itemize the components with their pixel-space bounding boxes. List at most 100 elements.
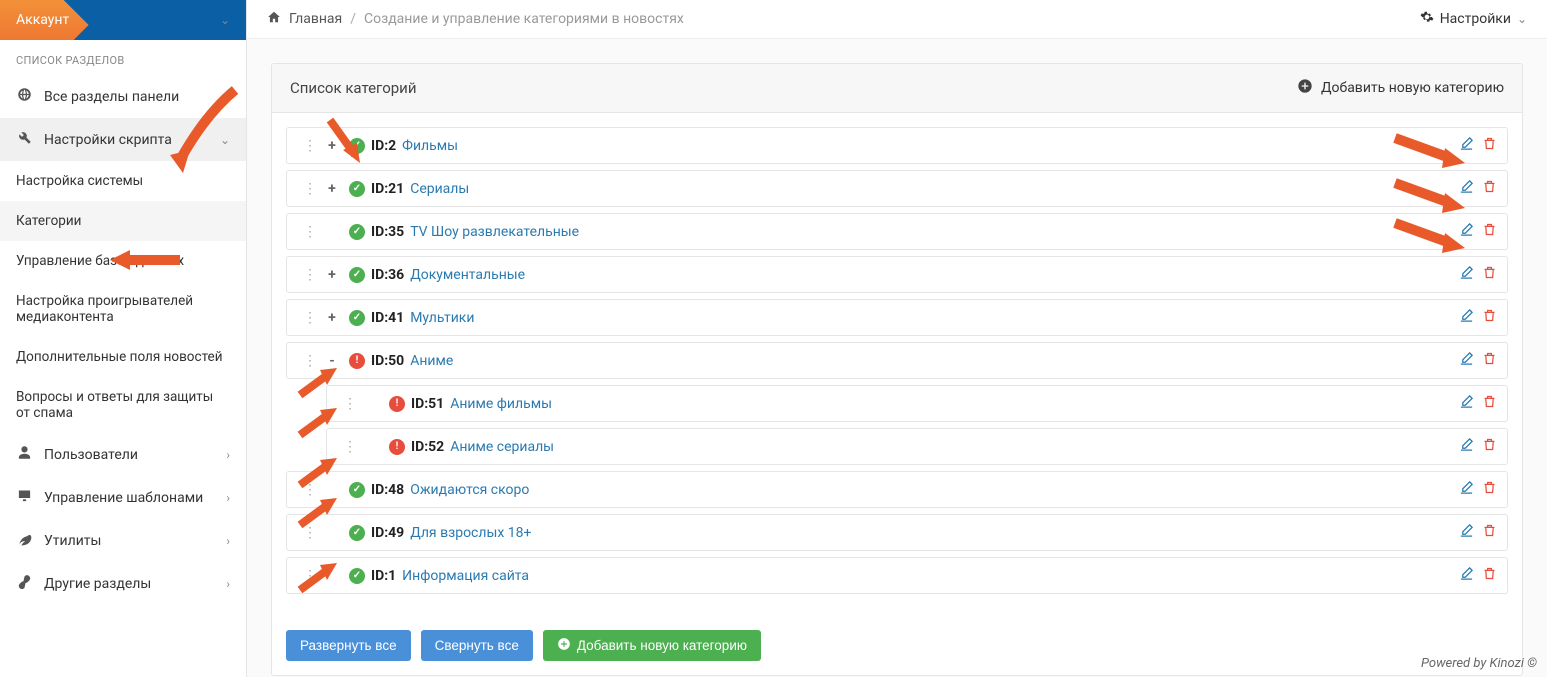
drag-handle-icon[interactable]: ⋮ — [297, 310, 321, 326]
sidebar-item-wrench[interactable]: Настройки скрипта⌄ — [0, 118, 246, 161]
status-icon: ! — [389, 439, 405, 455]
status-icon: ✓ — [349, 181, 365, 197]
category-row: ⋮+✓ID:2Фильмы — [286, 127, 1508, 164]
category-name[interactable]: TV Шоу развлекательные — [410, 224, 579, 240]
category-name[interactable]: Информация сайта — [402, 568, 529, 584]
breadcrumb-home[interactable]: Главная — [289, 11, 342, 27]
chevron-icon: › — [226, 491, 230, 505]
sidebar-item-leaf[interactable]: Утилиты› — [0, 519, 246, 562]
link-icon — [16, 574, 32, 593]
edit-icon[interactable] — [1459, 523, 1474, 542]
category-name[interactable]: Аниме фильмы — [450, 396, 552, 412]
category-row: ⋮-!ID:50Аниме — [286, 342, 1508, 379]
toggle-expand[interactable]: + — [325, 181, 339, 197]
chevron-down-icon: ⌄ — [1517, 12, 1527, 26]
breadcrumb-sep: / — [350, 11, 356, 27]
trash-icon[interactable] — [1482, 222, 1497, 241]
category-row: ⋮+✓ID:41Мультики — [286, 299, 1508, 336]
sidebar-item-label: Утилиты — [44, 533, 101, 549]
home-icon[interactable] — [267, 10, 281, 28]
sidebar-item-label: Настройки скрипта — [44, 132, 172, 148]
category-name[interactable]: Мультики — [410, 310, 474, 326]
trash-icon[interactable] — [1482, 394, 1497, 413]
drag-handle-icon[interactable]: ⋮ — [297, 224, 321, 240]
drag-handle-icon[interactable]: ⋮ — [297, 353, 321, 369]
trash-icon[interactable] — [1482, 437, 1497, 456]
edit-icon[interactable] — [1459, 566, 1474, 585]
sidebar-heading: СПИСОК РАЗДЕЛОВ — [0, 40, 246, 75]
collapse-all-button[interactable]: Свернуть все — [421, 630, 533, 661]
settings-button[interactable]: Настройки ⌄ — [1420, 10, 1527, 28]
category-name[interactable]: Документальные — [410, 267, 525, 283]
edit-icon[interactable] — [1459, 308, 1474, 327]
sidebar-subitem[interactable]: Дополнительные поля новостей — [0, 337, 246, 377]
drag-handle-icon[interactable]: ⋮ — [297, 525, 321, 541]
category-name[interactable]: Фильмы — [402, 138, 458, 154]
panel-header: Список категорий Добавить новую категори… — [272, 64, 1522, 113]
drag-handle-icon[interactable]: ⋮ — [297, 181, 321, 197]
trash-icon[interactable] — [1482, 566, 1497, 585]
drag-handle-icon[interactable]: ⋮ — [297, 568, 321, 584]
toggle-expand[interactable]: + — [325, 138, 339, 154]
edit-icon[interactable] — [1459, 265, 1474, 284]
sidebar-item-link[interactable]: Другие разделы› — [0, 562, 246, 605]
globe-icon — [16, 87, 32, 106]
category-name[interactable]: Сериалы — [410, 181, 469, 197]
sidebar-subitem[interactable]: Категории — [0, 201, 246, 241]
edit-icon[interactable] — [1459, 437, 1474, 456]
category-name[interactable]: Аниме — [410, 353, 453, 369]
drag-handle-icon[interactable]: ⋮ — [337, 439, 361, 455]
drag-handle-icon[interactable]: ⋮ — [297, 267, 321, 283]
toggle-expand[interactable]: + — [325, 267, 339, 283]
trash-icon[interactable] — [1482, 136, 1497, 155]
status-icon: ✓ — [349, 568, 365, 584]
sidebar-item-desktop[interactable]: Управление шаблонами› — [0, 476, 246, 519]
footer: Powered by Kinozi © — [1421, 656, 1537, 671]
drag-handle-icon[interactable]: ⋮ — [337, 396, 361, 412]
add-category-link[interactable]: Добавить новую категорию — [1297, 78, 1504, 98]
edit-icon[interactable] — [1459, 222, 1474, 241]
add-category-button[interactable]: Добавить новую категорию — [543, 630, 761, 661]
edit-icon[interactable] — [1459, 351, 1474, 370]
wrench-icon — [16, 130, 32, 149]
edit-icon[interactable] — [1459, 480, 1474, 499]
breadcrumb: Главная / Создание и управление категори… — [267, 10, 684, 28]
category-id: ID:50 — [371, 353, 404, 369]
category-id: ID:49 — [371, 525, 404, 541]
status-icon: ✓ — [349, 310, 365, 326]
category-id: ID:35 — [371, 224, 404, 240]
breadcrumb-current: Создание и управление категориями в ново… — [364, 11, 684, 27]
edit-icon[interactable] — [1459, 394, 1474, 413]
sidebar-subitem[interactable]: Управление базой данных — [0, 241, 246, 281]
account-header[interactable]: Аккаунт ⌄ — [0, 0, 246, 40]
status-icon: ✓ — [349, 224, 365, 240]
user-icon — [16, 445, 32, 464]
sidebar-item-user[interactable]: Пользователи› — [0, 433, 246, 476]
edit-icon[interactable] — [1459, 179, 1474, 198]
trash-icon[interactable] — [1482, 351, 1497, 370]
expand-all-button[interactable]: Развернуть все — [286, 630, 411, 661]
chevron-icon: › — [226, 577, 230, 591]
drag-handle-icon[interactable]: ⋮ — [297, 482, 321, 498]
sidebar-item-globe[interactable]: Все разделы панели — [0, 75, 246, 118]
sidebar-subitem[interactable]: Настройка системы — [0, 161, 246, 201]
trash-icon[interactable] — [1482, 308, 1497, 327]
category-name[interactable]: Аниме сериалы — [450, 439, 554, 455]
category-row: ⋮ ✓ ID:35 TV Шоу развлекательные — [286, 213, 1508, 250]
category-name[interactable]: Ожидаются скоро — [410, 482, 529, 498]
edit-icon[interactable] — [1459, 136, 1474, 155]
category-id: ID:36 — [371, 267, 404, 283]
sidebar-subitem[interactable]: Вопросы и ответы для защиты от спама — [0, 377, 246, 433]
sidebar-subitem[interactable]: Настройка проигрывателей медиаконтента — [0, 281, 246, 337]
drag-handle-icon[interactable]: ⋮ — [297, 138, 321, 154]
trash-icon[interactable] — [1482, 480, 1497, 499]
sidebar-item-label: Все разделы панели — [44, 89, 179, 105]
topbar: Главная / Создание и управление категори… — [247, 0, 1547, 39]
trash-icon[interactable] — [1482, 179, 1497, 198]
toggle-expand[interactable]: + — [325, 310, 339, 326]
trash-icon[interactable] — [1482, 265, 1497, 284]
category-row: ⋮!ID:51Аниме фильмы — [326, 385, 1508, 422]
toggle-expand[interactable]: - — [325, 353, 339, 369]
category-name[interactable]: Для взрослых 18+ — [410, 525, 531, 541]
trash-icon[interactable] — [1482, 523, 1497, 542]
